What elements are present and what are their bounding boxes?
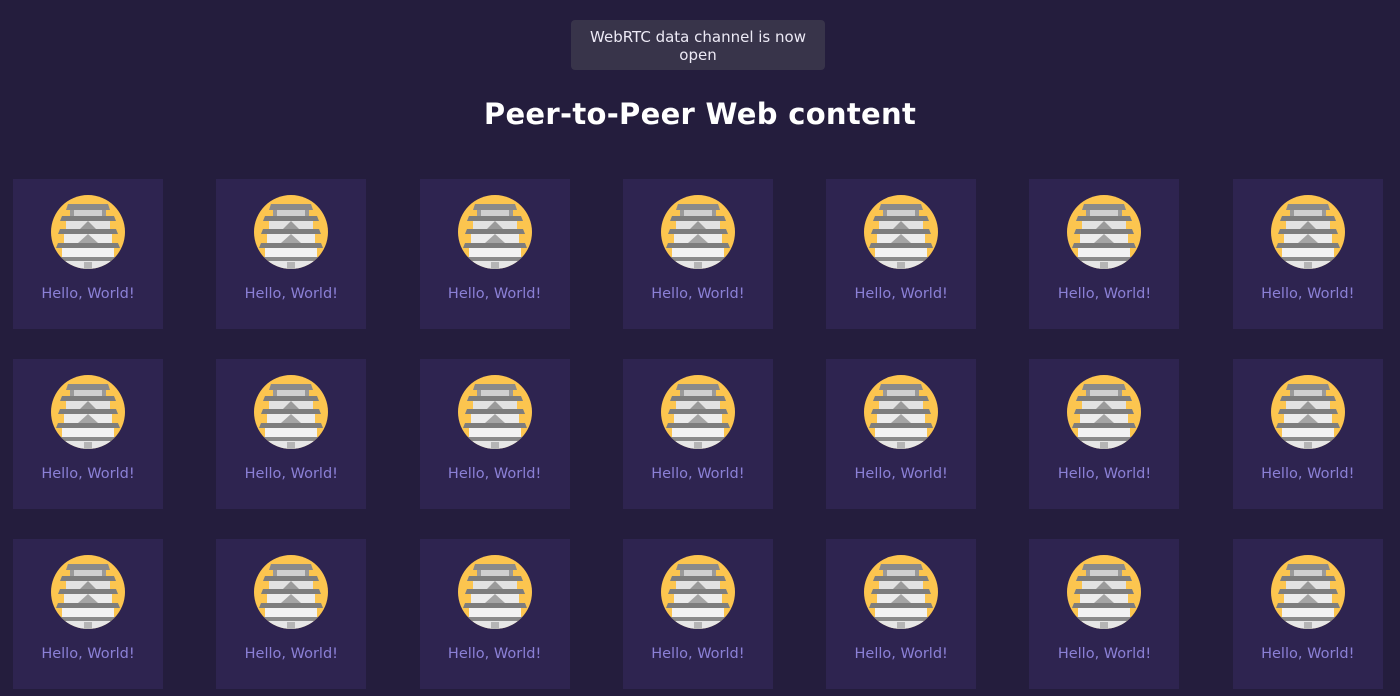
house-icon: [457, 375, 532, 449]
card-grid: Hello, World! Hello, World! Hello, World…: [13, 179, 1383, 689]
card-caption: Hello, World!: [447, 646, 542, 662]
house-icon: [51, 375, 125, 449]
page-title: Peer-to-Peer Web content: [483, 97, 917, 131]
content-card[interactable]: Hello, World!: [1029, 359, 1180, 509]
house-icon: [254, 555, 329, 629]
content-card[interactable]: Hello, World!: [826, 359, 977, 509]
card-caption: Hello, World!: [1261, 286, 1355, 302]
card-caption: Hello, World!: [651, 466, 745, 482]
card-caption: Hello, World!: [1057, 646, 1152, 662]
content-card[interactable]: Hello, World!: [13, 179, 163, 329]
content-card[interactable]: Hello, World!: [13, 539, 163, 689]
card-caption: Hello, World!: [447, 466, 542, 482]
house-icon: [864, 375, 939, 449]
content-card[interactable]: Hello, World!: [13, 359, 163, 509]
content-card[interactable]: Hello, World!: [419, 539, 570, 689]
house-icon: [864, 195, 939, 269]
content-card[interactable]: Hello, World!: [419, 179, 570, 329]
card-caption: Hello, World!: [1057, 466, 1152, 482]
house-icon: [51, 555, 125, 629]
house-icon: [660, 195, 735, 269]
card-caption: Hello, World!: [1261, 466, 1355, 482]
content-card[interactable]: Hello, World!: [622, 179, 773, 329]
card-caption: Hello, World!: [1057, 286, 1152, 302]
card-caption: Hello, World!: [854, 466, 948, 482]
house-icon: [254, 195, 329, 269]
house-icon: [457, 555, 532, 629]
content-card[interactable]: Hello, World!: [216, 359, 367, 509]
content-card[interactable]: Hello, World!: [1029, 179, 1180, 329]
card-caption: Hello, World!: [244, 286, 338, 302]
content-card[interactable]: Hello, World!: [1029, 539, 1180, 689]
house-icon: [1270, 195, 1345, 269]
page: WebRTC data channel is now open Peer-to-…: [0, 0, 1400, 696]
house-icon: [1067, 195, 1142, 269]
card-caption: Hello, World!: [447, 286, 542, 302]
house-icon: [1067, 555, 1142, 629]
card-caption: Hello, World!: [244, 646, 338, 662]
content-card[interactable]: Hello, World!: [826, 179, 977, 329]
house-icon: [660, 555, 735, 629]
house-icon: [1270, 375, 1345, 449]
house-icon: [51, 195, 125, 269]
house-icon: [660, 375, 735, 449]
card-caption: Hello, World!: [41, 286, 135, 302]
content-card[interactable]: Hello, World!: [216, 539, 367, 689]
content-card[interactable]: Hello, World!: [1232, 179, 1383, 329]
house-icon: [254, 375, 329, 449]
card-caption: Hello, World!: [651, 646, 745, 662]
toast-message: WebRTC data channel is now open: [590, 28, 806, 64]
house-icon: [1067, 375, 1142, 449]
content-card[interactable]: Hello, World!: [1232, 539, 1383, 689]
card-caption: Hello, World!: [651, 286, 745, 302]
content-card[interactable]: Hello, World!: [419, 359, 570, 509]
card-caption: Hello, World!: [854, 646, 948, 662]
card-caption: Hello, World!: [244, 466, 338, 482]
house-icon: [864, 555, 939, 629]
content-card[interactable]: Hello, World!: [1232, 359, 1383, 509]
house-icon: [1270, 555, 1345, 629]
card-caption: Hello, World!: [854, 286, 948, 302]
card-caption: Hello, World!: [41, 466, 135, 482]
content-card[interactable]: Hello, World!: [216, 179, 367, 329]
content-card[interactable]: Hello, World!: [622, 359, 773, 509]
house-icon: [457, 195, 532, 269]
content-card[interactable]: Hello, World!: [622, 539, 773, 689]
toast-notification: WebRTC data channel is now open: [571, 20, 825, 70]
card-caption: Hello, World!: [41, 646, 135, 662]
card-caption: Hello, World!: [1261, 646, 1355, 662]
content-card[interactable]: Hello, World!: [826, 539, 977, 689]
